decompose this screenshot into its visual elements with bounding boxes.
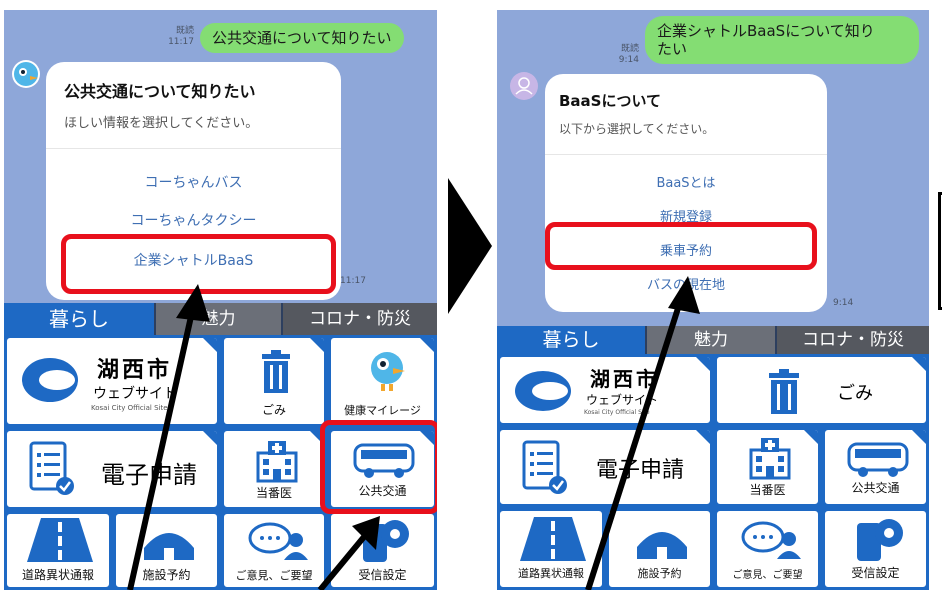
pointer-arrow <box>585 276 700 590</box>
next-step-frame <box>938 192 942 310</box>
